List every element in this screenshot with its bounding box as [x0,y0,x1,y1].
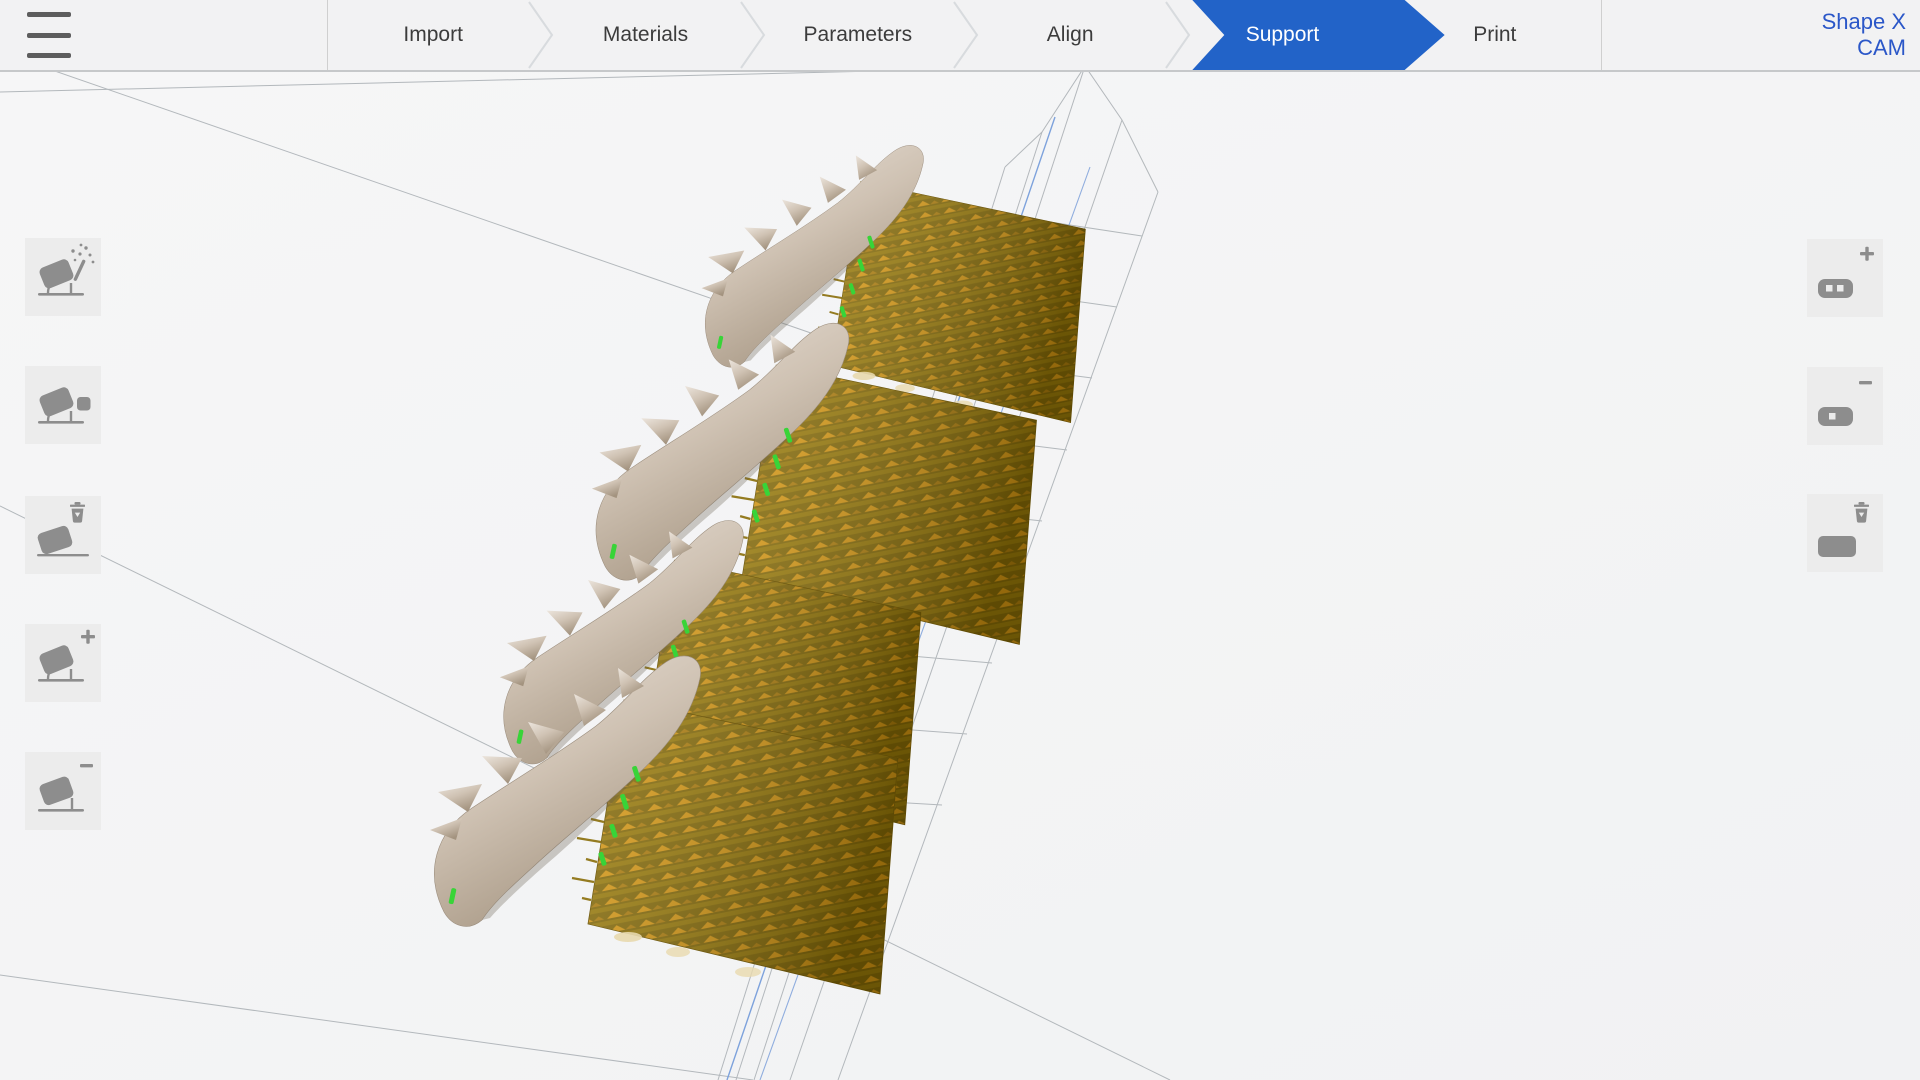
hamburger-bar [27,53,71,58]
step-import[interactable]: Import [327,0,539,70]
step-label: Materials [603,23,688,47]
auto-generate-supports-button[interactable] [25,238,101,316]
hamburger-menu-button[interactable] [27,10,71,60]
support-block-icon [25,366,101,444]
hamburger-bar [27,12,71,17]
hamburger-bar [27,33,71,38]
step-materials[interactable]: Materials [539,0,751,70]
step-label: Support [1246,23,1320,47]
delete-supports-button[interactable] [25,496,101,574]
add-support-button[interactable] [25,624,101,702]
remove-bar-icon [1807,367,1883,445]
remove-support-button[interactable] [25,752,101,830]
delete-supports-icon [25,496,101,574]
top-bar: Import Materials Parameters Align Suppor… [0,0,1920,72]
app-logo-line2: CAM [1857,35,1906,61]
add-support-icon [25,624,101,702]
step-label: Align [1047,23,1094,47]
app-logo: Shape X CAM [1601,0,1920,70]
step-align[interactable]: Align [964,0,1176,70]
support-with-block-button[interactable] [25,366,101,444]
step-label: Parameters [804,23,913,47]
remove-connector-bar-button[interactable] [1807,367,1883,445]
add-bar-icon [1807,239,1883,317]
step-label: Print [1473,23,1516,47]
delete-connector-bars-button[interactable] [1807,494,1883,572]
remove-support-icon [25,752,101,830]
step-label: Import [403,23,463,47]
add-connector-bar-button[interactable] [1807,239,1883,317]
app-logo-line1: Shape X [1822,9,1906,35]
workflow-stepper: Import Materials Parameters Align Suppor… [327,0,1601,70]
magic-wand-supports-icon [25,238,101,316]
viewport-3d[interactable] [0,72,1920,1080]
step-support-active[interactable]: Support [1176,0,1388,70]
step-parameters[interactable]: Parameters [752,0,964,70]
delete-bars-icon [1807,494,1883,572]
